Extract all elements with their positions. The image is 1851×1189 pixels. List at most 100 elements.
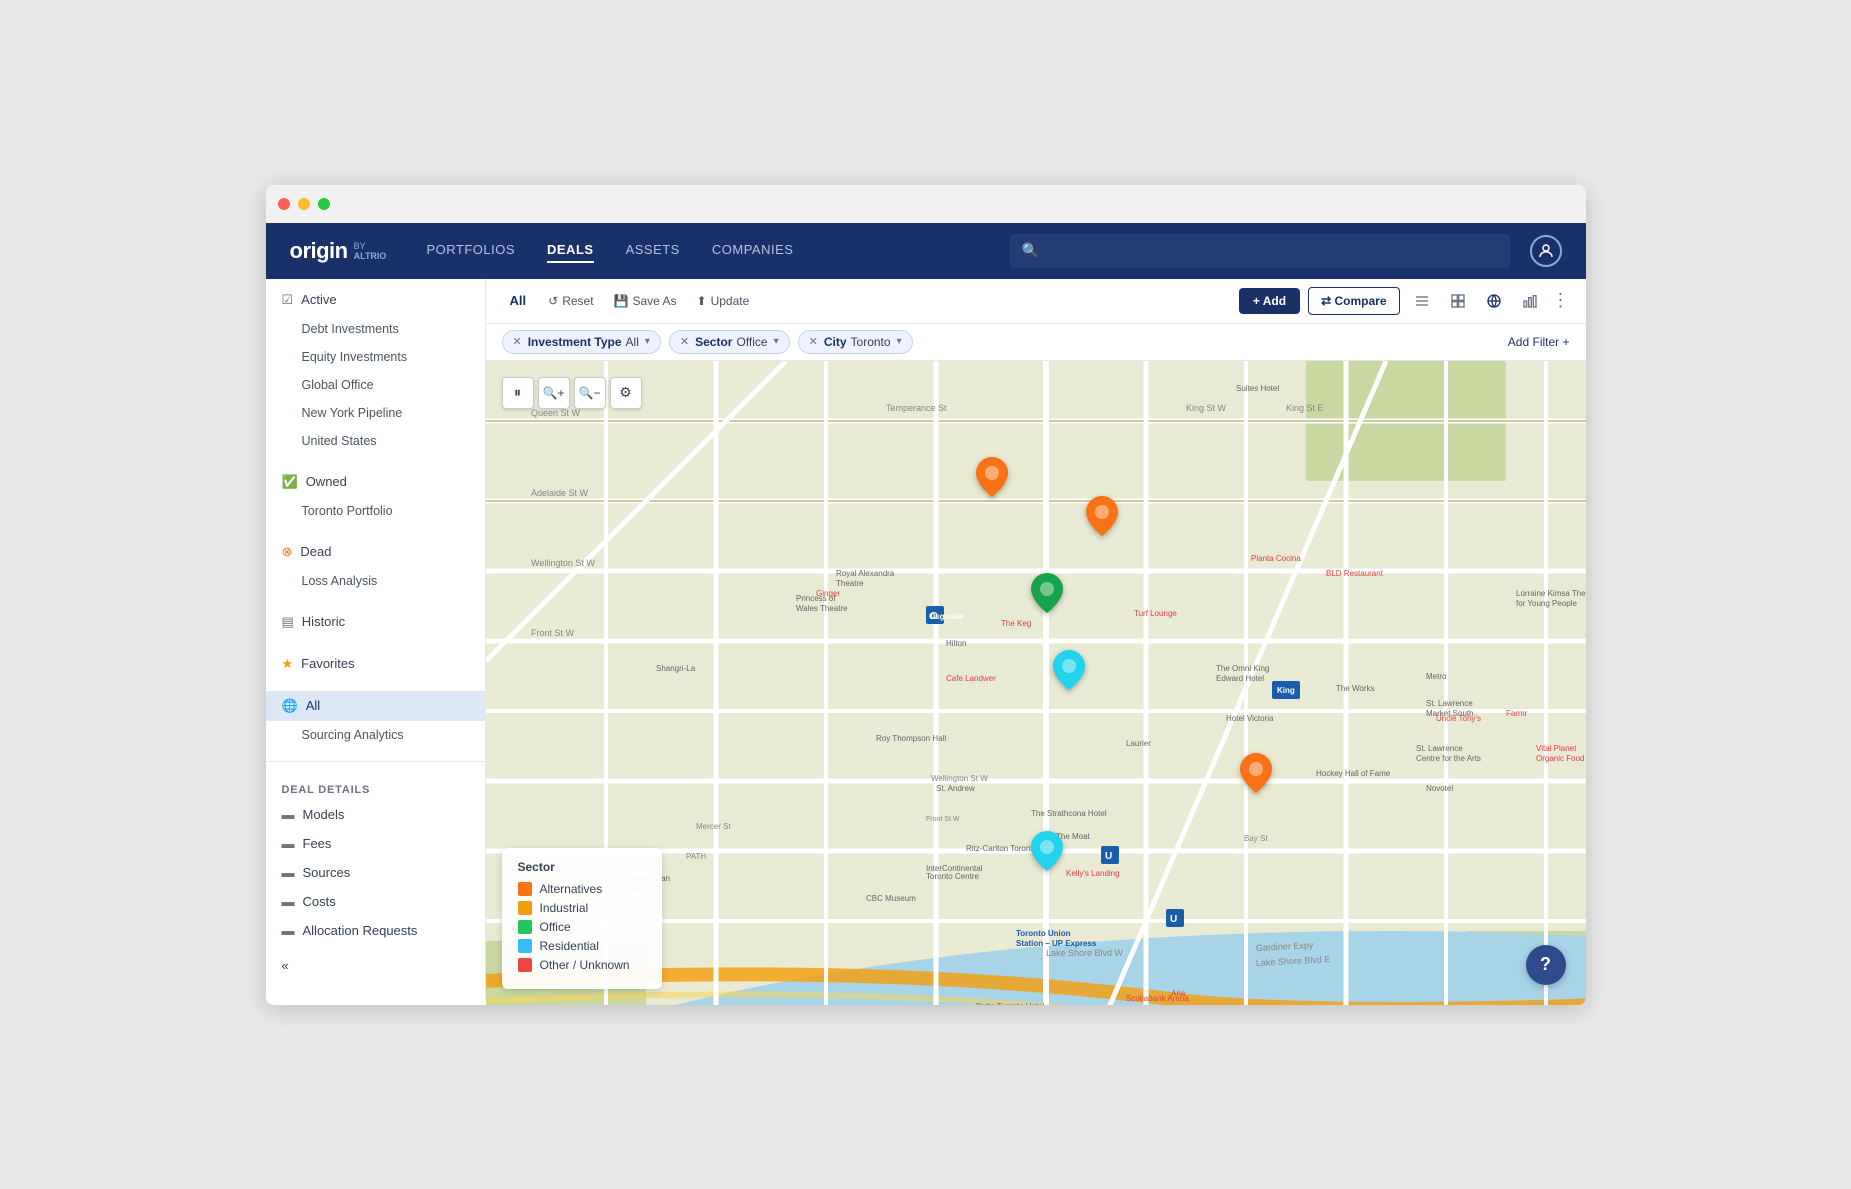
map-pause-button[interactable]: ⏸ [502,377,534,409]
sidebar-item-global-office[interactable]: Global Office [266,371,485,399]
svg-text:Farmr: Farmr [1506,709,1528,718]
legend-color-other [518,958,532,972]
svg-text:The Works: The Works [1336,684,1375,693]
filter-remove-investment-type[interactable]: ✕ [513,335,522,348]
nav-assets[interactable]: ASSETS [626,238,680,263]
checkbox-icon: ☑ [282,292,294,308]
map-pin-4[interactable] [1053,650,1085,695]
svg-text:PATH: PATH [686,852,706,861]
add-button[interactable]: + Add [1239,288,1300,314]
legend-title: Sector [518,860,646,874]
filter-dropdown-city[interactable]: ▾ [897,336,902,347]
sidebar-section-favorites: ★ Favorites [266,643,485,685]
nav-companies[interactable]: COMPANIES [712,238,794,263]
nav-deals[interactable]: DEALS [547,238,594,263]
sources-icon: ▬ [282,865,295,880]
sidebar-item-active[interactable]: ☑ Active [266,285,485,315]
reset-button[interactable]: ↺ Reset [542,290,599,312]
svg-text:Wales Theatre: Wales Theatre [796,604,848,613]
fees-icon: ▬ [282,836,295,851]
svg-text:BLD Restaurant: BLD Restaurant [1326,569,1384,578]
chart-view-button[interactable] [1516,287,1544,315]
more-options-button[interactable]: ⋮ [1552,290,1570,311]
filter-chip-investment-type[interactable]: ✕ Investment Type All ▾ [502,330,661,354]
filter-dropdown-sector[interactable]: ▾ [774,336,779,347]
svg-text:Delta Toronto Hotel: Delta Toronto Hotel [976,1002,1045,1005]
map-settings-button[interactable]: ⚙ [610,377,642,409]
save-as-button[interactable]: 💾 Save As [608,290,683,312]
legend-item-office: Office [518,920,646,934]
map-pin-2[interactable] [1086,496,1118,541]
svg-text:Shangri-La: Shangri-La [656,664,696,673]
sidebar-item-sources[interactable]: ▬ Sources [266,858,485,887]
svg-text:Market South: Market South [1426,709,1474,718]
map-pin-1[interactable] [976,457,1008,502]
sidebar-collapse-btn[interactable]: « [266,951,485,980]
search-input[interactable] [1047,243,1498,258]
map-view-button[interactable] [1480,287,1508,315]
svg-text:The Keg: The Keg [1001,619,1031,628]
filter-remove-sector[interactable]: ✕ [680,335,689,348]
svg-text:Queen St W: Queen St W [531,408,581,418]
sidebar-item-sourcing-analytics[interactable]: Sourcing Analytics [266,721,485,749]
browser-dot-yellow[interactable] [298,198,310,210]
grid-view-button[interactable] [1444,287,1472,315]
filter-chip-city[interactable]: ✕ City Toronto ▾ [798,330,913,354]
map-pin-6[interactable] [1031,831,1063,876]
sidebar-item-owned[interactable]: ✅ Owned [266,467,485,497]
sidebar-item-debt-investments[interactable]: Debt Investments [266,315,485,343]
historic-icon: ▤ [282,614,294,630]
svg-text:Front St W: Front St W [531,628,575,638]
browser-dot-red[interactable] [278,198,290,210]
map-zoom-out-button[interactable]: 🔍− [574,377,606,409]
sidebar-item-equity-investments[interactable]: Equity Investments [266,343,485,371]
sidebar-item-fees[interactable]: ▬ Fees [266,829,485,858]
sidebar-item-allocation-requests[interactable]: ▬ Allocation Requests [266,916,485,945]
browser-frame: origin BY ALTRIO PORTFOLIOS DEALS ASSETS… [266,185,1586,1005]
filter-remove-city[interactable]: ✕ [809,335,818,348]
map-controls: ⏸ 🔍+ 🔍− ⚙ [502,377,642,409]
sidebar-item-favorites[interactable]: ★ Favorites [266,649,485,679]
sidebar-section-all: 🌐 All Sourcing Analytics [266,685,485,755]
top-navigation: origin BY ALTRIO PORTFOLIOS DEALS ASSETS… [266,223,1586,279]
legend-color-office [518,920,532,934]
svg-text:U: U [1105,851,1112,862]
browser-dot-green[interactable] [318,198,330,210]
nav-links: PORTFOLIOS DEALS ASSETS COMPANIES [426,238,989,263]
content-area: All ↺ Reset 💾 Save As ⬆ Update + [486,279,1586,1005]
search-bar[interactable]: 🔍 [1010,234,1510,268]
sidebar-section-owned: ✅ Owned Toronto Portfolio [266,461,485,531]
add-filter-button[interactable]: Add Filter + [1508,335,1570,349]
compare-button[interactable]: ⇄ Compare [1308,287,1399,315]
update-icon: ⬆ [697,294,707,308]
list-view-button[interactable] [1408,287,1436,315]
svg-text:Vital Planet: Vital Planet [1536,744,1577,753]
filter-chip-sector[interactable]: ✕ Sector Office ▾ [669,330,790,354]
sidebar-section-historic: ▤ Historic [266,601,485,643]
legend-item-alternatives: Alternatives [518,882,646,896]
update-button[interactable]: ⬆ Update [691,290,756,312]
map-container[interactable]: Queen St W Adelaide St W Wellington St W… [486,361,1586,1005]
filter-dropdown-investment-type[interactable]: ▾ [645,336,650,347]
sidebar-item-costs[interactable]: ▬ Costs [266,887,485,916]
sidebar-item-historic[interactable]: ▤ Historic [266,607,485,637]
sidebar-item-models[interactable]: ▬ Models [266,800,485,829]
sidebar-item-dead[interactable]: ⊗ Dead [266,537,485,567]
tab-all[interactable]: All [502,289,535,312]
legend-color-alternatives [518,882,532,896]
help-button[interactable]: ? [1526,945,1566,985]
sidebar-item-all[interactable]: 🌐 All [266,691,485,721]
sidebar-item-united-states[interactable]: United States [266,427,485,455]
map-pin-3[interactable] [1031,573,1063,618]
sidebar-item-new-york-pipeline[interactable]: New York Pipeline [266,399,485,427]
sidebar-section-active: ☑ Active Debt Investments Equity Investm… [266,279,485,461]
map-zoom-in-button[interactable]: 🔍+ [538,377,570,409]
nav-portfolios[interactable]: PORTFOLIOS [426,238,515,263]
user-avatar[interactable] [1530,235,1562,267]
sidebar-item-toronto-portfolio[interactable]: Toronto Portfolio [266,497,485,525]
sidebar-item-loss-analysis[interactable]: Loss Analysis [266,567,485,595]
svg-text:Adelaide St W: Adelaide St W [531,488,589,498]
map-pin-5[interactable] [1240,753,1272,798]
star-icon: ★ [282,656,294,672]
svg-text:Ritz-Carlton Toronto: Ritz-Carlton Toronto [966,844,1038,853]
